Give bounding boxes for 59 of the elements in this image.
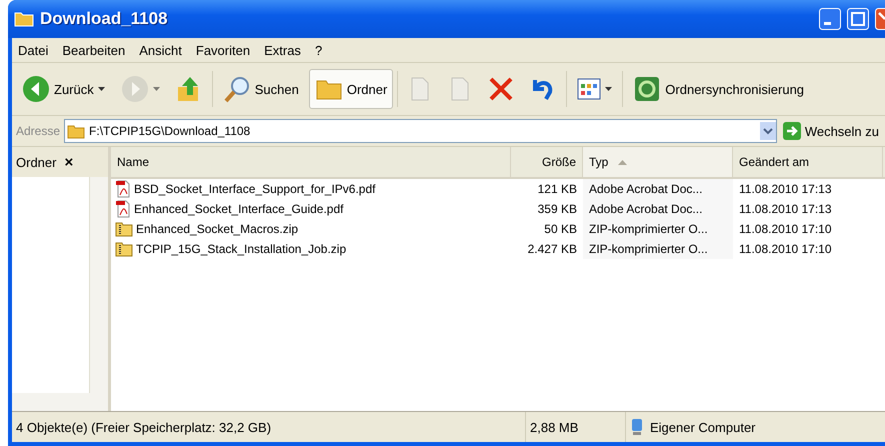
type-cell: Adobe Acrobat Doc...: [583, 179, 733, 199]
address-field[interactable]: F:\TCPIP15G\Download_1108: [64, 119, 777, 143]
delete-icon: [488, 76, 514, 102]
menu-item[interactable]: Bearbeiten: [62, 42, 126, 58]
back-button[interactable]: Zurück: [16, 69, 111, 109]
type-cell: ZIP-komprimierter O...: [583, 239, 733, 259]
window-title: Download_1108: [40, 9, 169, 29]
file-name[interactable]: Enhanced_Socket_Macros.zip: [136, 222, 298, 236]
dropdown-icon[interactable]: [760, 122, 776, 140]
size-cell-text: 50 KB: [543, 221, 578, 238]
column-header[interactable]: Name: [111, 147, 511, 177]
close-button[interactable]: ×: [64, 154, 74, 170]
menu-item[interactable]: Datei: [18, 42, 48, 58]
zip-folder-icon: [115, 221, 133, 237]
views-icon: [577, 78, 602, 100]
column-header[interactable]: Geändert am: [733, 147, 883, 177]
address-label: Adresse: [16, 124, 60, 138]
zip-folder-icon: [115, 241, 133, 257]
menu-item[interactable]: Ansicht: [139, 42, 182, 58]
maximize-icon[interactable]: [847, 8, 869, 30]
go-button[interactable]: Wechseln zu: [780, 122, 881, 140]
date-cell-text: 11.08.2010 17:10: [738, 241, 833, 258]
menu-item[interactable]: Favoriten: [196, 42, 250, 58]
status-size: 2,88 MB: [526, 412, 626, 442]
status-text: 4 Objekte(e) (Freier Speicherplatz: 32,2 GB): [12, 412, 526, 442]
column-header[interactable]: Typ: [583, 147, 733, 177]
vertical-scrollbar[interactable]: [89, 177, 108, 393]
search-icon: [222, 75, 251, 103]
date-cell-text: 11.08.2010 17:10: [738, 221, 833, 238]
minimize-icon[interactable]: [819, 8, 841, 30]
size-cell-text: 2.427 KB: [526, 241, 578, 258]
menu-item[interactable]: ?: [314, 42, 322, 58]
horizontal-scrollbar[interactable]: [12, 393, 108, 411]
file-name[interactable]: TCPIP_15G_Stack_Installation_Job.zip: [136, 242, 346, 256]
type-cell: ZIP-komprimierter O...: [583, 219, 733, 239]
search-button[interactable]: Suchen: [216, 69, 305, 109]
pdf-file-icon: [115, 200, 131, 218]
sync-icon: [633, 75, 662, 103]
date-cell-text: 11.08.2010 17:13: [738, 201, 833, 218]
computer-icon: [630, 418, 644, 436]
file-name[interactable]: Enhanced_Socket_Interface_Guide.pdf: [134, 202, 344, 216]
folder-icon: [14, 11, 34, 27]
sort-arrow-icon: [618, 160, 628, 164]
folders-button[interactable]: Ordner: [308, 69, 394, 109]
folder-icon: [67, 124, 86, 138]
status-location: Eigener Computer: [626, 412, 885, 442]
date-cell-text: 11.08.2010 17:13: [738, 181, 833, 198]
sync-button[interactable]: Ordnersynchronisierung: [627, 69, 810, 109]
caret-icon: [152, 87, 160, 91]
type-cell: Adobe Acrobat Doc...: [583, 199, 733, 219]
file-name[interactable]: BSD_Socket_Interface_Support_for_IPv6.pdf: [134, 182, 376, 196]
menu-item[interactable]: Extras: [264, 42, 301, 58]
pdf-file-icon: [115, 180, 131, 198]
size-cell-text: 359 KB: [536, 201, 578, 218]
caret-icon: [605, 87, 612, 91]
size-cell-text: 121 KB: [536, 181, 578, 198]
pane-title: Ordner: [16, 154, 56, 170]
caret-icon: [98, 87, 105, 91]
close-icon[interactable]: [875, 8, 885, 30]
